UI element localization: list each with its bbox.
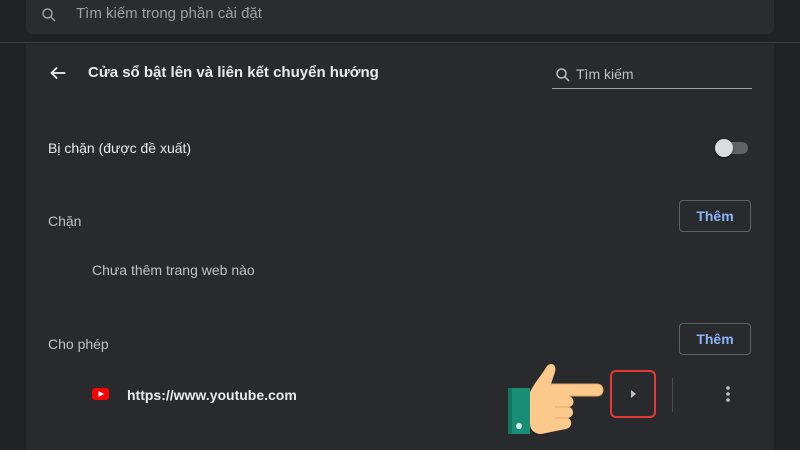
allow-add-button[interactable]: Thêm (679, 323, 751, 355)
search-icon (42, 8, 56, 22)
row-separator (672, 378, 673, 412)
toggle-knob (715, 139, 733, 157)
block-add-button[interactable]: Thêm (679, 200, 751, 232)
default-setting-label: Bị chặn (được đề xuất) (48, 140, 192, 156)
header-divider (0, 42, 800, 43)
search-icon (556, 68, 570, 82)
arrow-left-icon[interactable] (47, 62, 69, 84)
more-vert-icon[interactable] (718, 384, 738, 404)
allow-section-label: Cho phép (48, 336, 109, 352)
block-section-label: Chặn (48, 213, 82, 229)
block-empty-text: Chưa thêm trang web nào (92, 262, 255, 278)
pointing-hand-icon (508, 364, 604, 434)
page-title: Cửa sổ bật lên và liên kết chuyển hướng (88, 64, 379, 81)
triangle-right-icon (631, 390, 636, 398)
settings-search-bar[interactable]: Tìm kiếm trong phần cài đặt (26, 0, 774, 34)
site-search-input[interactable]: Tìm kiếm (552, 62, 752, 89)
site-url: https://www.youtube.com (127, 387, 297, 403)
settings-search-placeholder[interactable]: Tìm kiếm trong phần cài đặt (76, 5, 262, 22)
site-expand-button[interactable] (610, 370, 656, 418)
site-search-placeholder: Tìm kiếm (576, 66, 634, 82)
youtube-icon (92, 388, 109, 400)
default-setting-toggle[interactable] (715, 139, 750, 157)
